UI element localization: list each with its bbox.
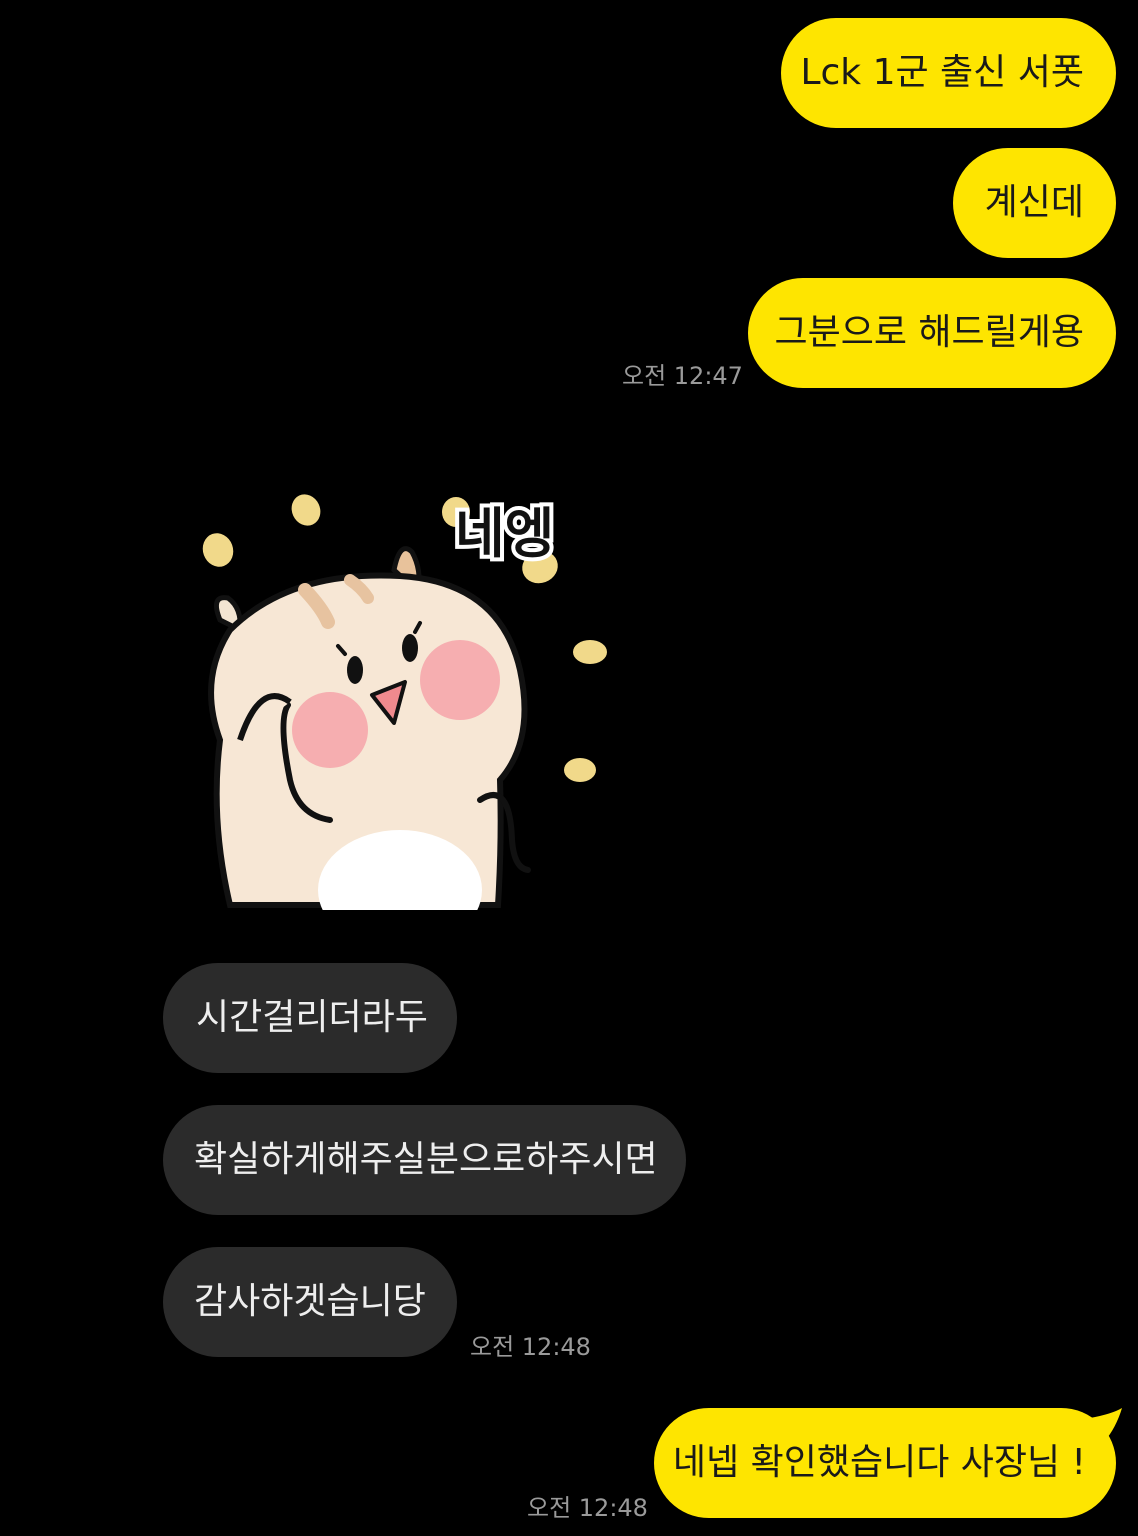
message-text: 확실하게해주실분으로하주시면 [194, 1139, 658, 1180]
my-message-bubble[interactable]: Lck 1군 출신 서폿 [781, 18, 1116, 128]
message-text: 계신데 [984, 182, 1084, 223]
their-message-bubble[interactable]: 확실하게해주실분으로하주시면 [163, 1105, 686, 1215]
hamster-sticker-icon: 네엥 [202, 494, 607, 950]
message-timestamp: 오전 12:48 [470, 1333, 591, 1361]
message-timestamp: 오전 12:48 [527, 1494, 648, 1522]
message-text: 시간걸리더라두 [196, 997, 428, 1038]
message-text: 감사하겟습니당 [194, 1281, 426, 1322]
their-message-bubble[interactable]: 시간걸리더라두 [163, 963, 457, 1073]
message-timestamp: 오전 12:47 [622, 362, 743, 390]
message-text: 네넵 확인했습니다 사장님 ! [672, 1442, 1086, 1483]
my-message-bubble[interactable]: 계신데 [953, 148, 1116, 258]
my-message-bubble[interactable]: 그분으로 해드릴게용 [748, 278, 1116, 388]
their-message-bubble[interactable]: 감사하겟습니당 [163, 1247, 457, 1357]
my-message-bubble[interactable]: 네넵 확인했습니다 사장님 ! [654, 1408, 1116, 1518]
message-text: Lck 1군 출신 서폿 [800, 52, 1084, 93]
sticker-hamster[interactable]: 네엥 [180, 480, 640, 950]
message-text: 그분으로 해드릴게용 [774, 312, 1084, 353]
sticker-caption: 네엥 [455, 502, 554, 565]
